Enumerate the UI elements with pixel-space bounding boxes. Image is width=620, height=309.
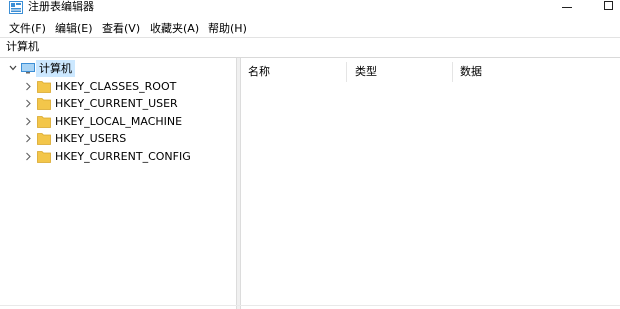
menu-view[interactable]: 查看(V) — [102, 20, 140, 37]
chevron-down-icon[interactable] — [8, 60, 18, 77]
regedit-icon — [9, 1, 23, 14]
folder-icon — [37, 151, 51, 163]
column-header-type[interactable]: 类型 — [355, 63, 377, 80]
folder-icon — [37, 81, 51, 93]
column-header-name[interactable]: 名称 — [248, 63, 270, 80]
window-title: 注册表编辑器 — [28, 0, 94, 13]
menu-help[interactable]: 帮助(H) — [208, 20, 247, 37]
tree-item-hku[interactable]: HKEY_USERS — [0, 130, 236, 147]
tree-pane: 计算机 HKEY_CLASSES_ROOT HKEY_CURRENT_USER … — [0, 58, 236, 309]
tree-item-hkcu[interactable]: HKEY_CURRENT_USER — [0, 95, 236, 112]
tree-label-hkcr: HKEY_CLASSES_ROOT — [55, 80, 177, 93]
tree-item-hkcc[interactable]: HKEY_CURRENT_CONFIG — [0, 148, 236, 165]
status-separator — [0, 305, 620, 306]
folder-icon — [37, 116, 51, 128]
pane-splitter[interactable] — [236, 58, 241, 309]
column-header-data[interactable]: 数据 — [460, 63, 482, 80]
tree-label-hku: HKEY_USERS — [55, 132, 127, 145]
menu-edit[interactable]: 编辑(E) — [55, 20, 93, 37]
chevron-right-icon[interactable] — [23, 148, 33, 165]
folder-icon — [37, 133, 51, 145]
tree-label-computer: 计算机 — [39, 62, 72, 75]
menu-file[interactable]: 文件(F) — [9, 20, 46, 37]
tree-item-computer[interactable]: 计算机 — [0, 60, 236, 77]
menu-bar: 文件(F) 编辑(E) 查看(V) 收藏夹(A) 帮助(H) — [0, 20, 620, 37]
column-divider[interactable] — [346, 62, 347, 82]
tree-label-hkcc: HKEY_CURRENT_CONFIG — [55, 150, 191, 163]
computer-icon — [21, 63, 35, 74]
chevron-right-icon[interactable] — [23, 78, 33, 95]
folder-icon — [37, 98, 51, 110]
maximize-button[interactable] — [592, 0, 620, 14]
tree-label-hkcu: HKEY_CURRENT_USER — [55, 97, 178, 110]
title-bar: 注册表编辑器 — [0, 0, 620, 17]
tree-label-hklm: HKEY_LOCAL_MACHINE — [55, 115, 183, 128]
address-bar[interactable]: 计算机 — [0, 38, 620, 58]
menu-favorites[interactable]: 收藏夹(A) — [150, 20, 199, 37]
tree-item-hklm[interactable]: HKEY_LOCAL_MACHINE — [0, 113, 236, 130]
chevron-right-icon[interactable] — [23, 95, 33, 112]
address-path[interactable]: 计算机 — [6, 40, 39, 54]
tree-item-hkcr[interactable]: HKEY_CLASSES_ROOT — [0, 78, 236, 95]
chevron-right-icon[interactable] — [23, 113, 33, 130]
chevron-right-icon[interactable] — [23, 130, 33, 147]
values-list[interactable]: 名称 类型 数据 — [242, 58, 620, 309]
column-divider[interactable] — [452, 62, 453, 82]
minimize-button[interactable] — [552, 0, 582, 14]
